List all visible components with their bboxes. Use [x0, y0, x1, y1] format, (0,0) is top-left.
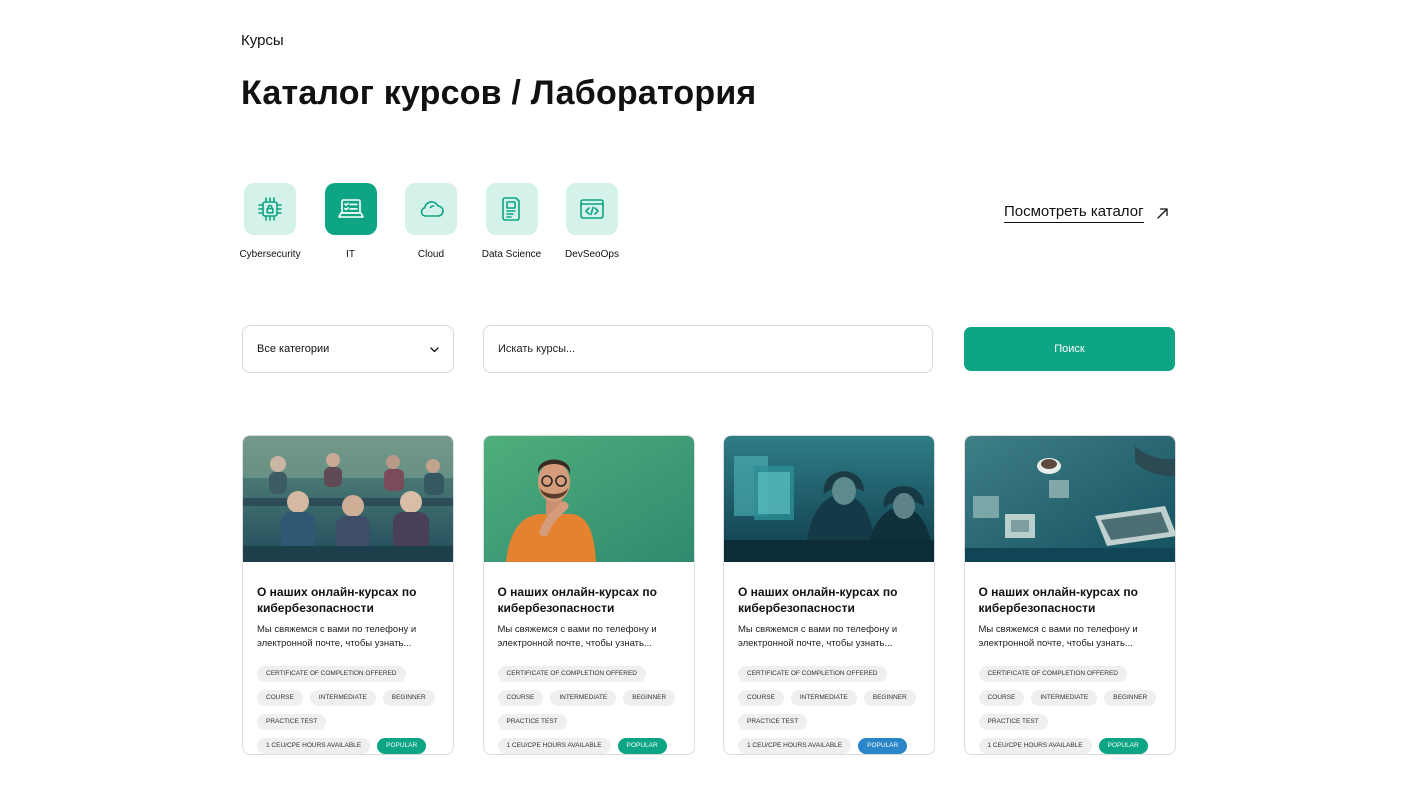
course-card[interactable]: О наших онлайн-курсах по кибербезопаснос… [242, 435, 454, 755]
category-select-value: Все категории [257, 343, 330, 355]
category-it[interactable]: IT [322, 183, 380, 260]
category-tile [405, 183, 457, 235]
chips-and-laptop-photo [964, 436, 1175, 562]
laptop-checklist-icon [337, 199, 364, 218]
course-tag: Certificate of Completion Offered [738, 666, 887, 682]
students-group-photo [243, 436, 453, 562]
search-button[interactable]: Поиск [964, 327, 1175, 371]
course-tag: Practice Test [497, 714, 567, 730]
course-tags: Certificate of Completion Offered Course… [497, 666, 680, 754]
chip-lock-icon [258, 197, 282, 221]
course-tag: Intermediate [550, 690, 617, 706]
arrow-up-right-icon [1156, 207, 1168, 219]
category-devseoops[interactable]: DevSeoOps [563, 183, 621, 260]
popular-badge: Popular [858, 738, 908, 754]
course-tag: Intermediate [790, 690, 857, 706]
chevron-down-icon [430, 346, 439, 352]
course-tags: Certificate of Completion Offered Course… [978, 666, 1161, 754]
course-title: О наших онлайн-курсах по кибербезопаснос… [257, 585, 417, 615]
popular-badge: Popular [1098, 738, 1148, 754]
course-card-list: О наших онлайн-курсах по кибербезопаснос… [242, 435, 1204, 755]
course-tag: Course [978, 690, 1025, 706]
course-tag: Course [738, 690, 784, 706]
code-window-icon [580, 199, 604, 219]
category-label: DevSeoOps [565, 249, 619, 260]
course-tag: Practice Test [738, 714, 808, 730]
course-card[interactable]: О наших онлайн-курсах по кибербезопаснос… [723, 435, 935, 755]
section-eyebrow: Курсы [241, 32, 284, 49]
course-tag: Intermediate [309, 690, 376, 706]
course-tag: 1 CEU/CPE Hours Available [738, 738, 852, 754]
category-select[interactable]: Все категории [242, 325, 454, 373]
course-description: Мы свяжемся с вами по телефону и электро… [257, 624, 417, 649]
category-tile [324, 183, 377, 235]
course-tag: 1 CEU/CPE Hours Available [978, 738, 1092, 754]
course-tag: Beginner [623, 690, 676, 706]
course-card[interactable]: О наших онлайн-курсах по кибербезопаснос… [482, 435, 695, 755]
course-tag: Intermediate [1031, 690, 1098, 706]
course-tag: Beginner [1104, 690, 1157, 706]
course-tag: Practice Test [257, 714, 327, 730]
course-card[interactable]: О наших онлайн-курсах по кибербезопаснос… [963, 435, 1176, 755]
course-title: О наших онлайн-курсах по кибербезопаснос… [497, 585, 657, 615]
category-label: Data Science [481, 249, 542, 260]
course-description: Мы свяжемся с вами по телефону и электро… [978, 624, 1138, 649]
category-label: Cybersecurity [239, 249, 301, 260]
course-tag: 1 CEU/CPE Hours Available [257, 738, 371, 754]
popular-badge: Popular [617, 738, 667, 754]
course-title: О наших онлайн-курсах по кибербезопаснос… [978, 585, 1138, 615]
course-tag: Beginner [382, 690, 435, 706]
course-tag: Practice Test [978, 714, 1048, 730]
course-description: Мы свяжемся с вами по телефону и электро… [738, 624, 898, 649]
man-thinking-photo [483, 436, 694, 562]
course-tag: Certificate of Completion Offered [497, 666, 646, 682]
category-tile [244, 183, 296, 235]
category-cloud[interactable]: Cloud [402, 183, 460, 260]
course-tag: Certificate of Completion Offered [978, 666, 1127, 682]
category-label: Cloud [417, 249, 445, 260]
view-catalog-link[interactable]: Посмотреть каталог [1004, 203, 1169, 223]
course-tag: Course [497, 690, 544, 706]
category-tile [485, 183, 538, 235]
course-tag: 1 CEU/CPE Hours Available [497, 738, 611, 754]
course-tag: Certificate of Completion Offered [257, 666, 406, 682]
hackers-at-computers-photo [724, 436, 934, 562]
document-chart-icon [501, 197, 520, 221]
category-cybersecurity[interactable]: Cybersecurity [239, 183, 301, 260]
category-label: IT [346, 249, 355, 260]
course-description: Мы свяжемся с вами по телефону и электро… [497, 624, 657, 649]
page-title: Каталог курсов / Лаборатория [241, 74, 757, 112]
search-input[interactable] [483, 325, 933, 373]
course-tags: Certificate of Completion Offered Course… [257, 666, 439, 754]
course-tags: Certificate of Completion Offered Course… [738, 666, 920, 754]
category-list: Cybersecurity IT Cloud Data Science DevS… [239, 183, 644, 260]
category-data-science[interactable]: Data Science [481, 183, 542, 260]
category-tile [566, 183, 618, 235]
course-title: О наших онлайн-курсах по кибербезопаснос… [738, 585, 898, 615]
cloud-icon [420, 201, 444, 217]
course-tag: Beginner [863, 690, 916, 706]
course-tag: Course [257, 690, 303, 706]
popular-badge: Popular [377, 738, 427, 754]
view-catalog-label: Посмотреть каталог [1004, 203, 1144, 223]
